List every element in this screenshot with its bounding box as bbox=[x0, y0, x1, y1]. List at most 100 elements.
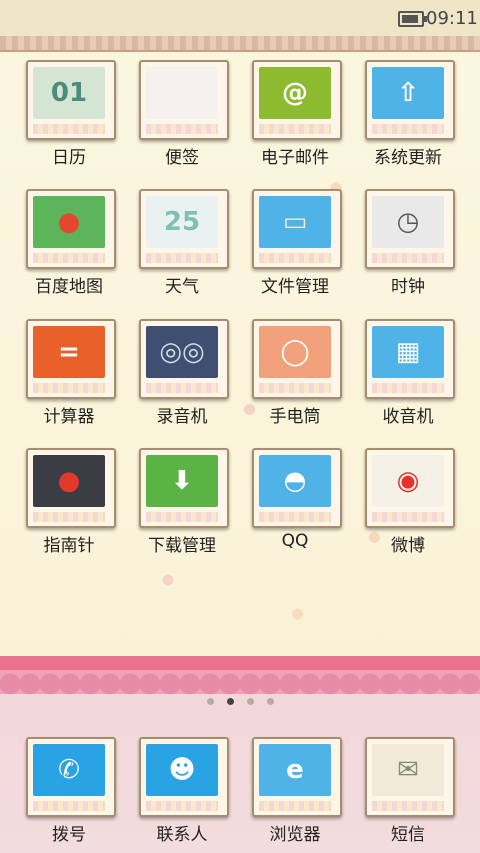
contacts-icon: ☻ bbox=[146, 744, 218, 796]
page-dot[interactable] bbox=[227, 698, 234, 705]
calculator-icon: = bbox=[33, 326, 105, 378]
app-label: QQ bbox=[281, 531, 309, 551]
icon-frame[interactable]: = bbox=[26, 319, 116, 399]
app-label: 录音机 bbox=[156, 407, 208, 427]
app-label: 指南针 bbox=[43, 536, 95, 556]
icon-frame[interactable]: @ bbox=[252, 60, 342, 140]
app-label: 天气 bbox=[165, 277, 199, 297]
frame-floral-strip bbox=[146, 253, 218, 263]
icon-frame[interactable]: ◎◎ bbox=[139, 319, 229, 399]
frame-floral-strip bbox=[146, 124, 218, 134]
icon-frame[interactable]: ✆ bbox=[26, 737, 116, 817]
email-icon-glyph: @ bbox=[282, 78, 308, 108]
app-label: 收音机 bbox=[382, 407, 434, 427]
frame-floral-strip bbox=[259, 801, 331, 811]
icon-frame[interactable]: ☻ bbox=[139, 737, 229, 817]
phone-icon-glyph: ✆ bbox=[58, 755, 80, 785]
icon-frame[interactable]: e bbox=[252, 737, 342, 817]
status-bar: 09:11 bbox=[0, 0, 480, 36]
calendar-icon-glyph: 01 bbox=[50, 78, 88, 108]
frame-floral-strip bbox=[372, 124, 444, 134]
icon-frame[interactable]: ▦ bbox=[365, 319, 455, 399]
app-label: 文件管理 bbox=[261, 277, 329, 297]
frame-floral-strip bbox=[372, 512, 444, 522]
compass-icon: ● bbox=[33, 455, 105, 507]
contacts-icon-glyph: ☻ bbox=[168, 755, 196, 785]
frame-floral-strip bbox=[146, 512, 218, 522]
frame-floral-strip bbox=[259, 512, 331, 522]
icon-frame[interactable]: ◷ bbox=[365, 189, 455, 269]
icon-frame[interactable] bbox=[139, 60, 229, 140]
app-label: 手电筒 bbox=[269, 407, 321, 427]
weibo-icon-glyph: ◉ bbox=[396, 466, 420, 496]
icon-frame[interactable]: ⇧ bbox=[365, 60, 455, 140]
page-indicator bbox=[0, 698, 480, 708]
radio-icon: ▦ bbox=[372, 326, 444, 378]
icon-frame[interactable]: 01 bbox=[26, 60, 116, 140]
flashlight-icon: ◯ bbox=[259, 326, 331, 378]
frame-floral-strip bbox=[259, 383, 331, 393]
frame-floral-strip bbox=[33, 383, 105, 393]
app-label: 系统更新 bbox=[374, 148, 442, 168]
browser-icon-glyph: e bbox=[286, 755, 304, 785]
app-label: 短信 bbox=[391, 825, 425, 845]
map-icon: ● bbox=[33, 196, 105, 248]
app-label: 时钟 bbox=[391, 277, 425, 297]
icon-frame[interactable]: ◓ bbox=[252, 448, 342, 528]
app-label: 联系人 bbox=[156, 825, 208, 845]
frame-floral-strip bbox=[33, 253, 105, 263]
status-time: 09:11 bbox=[426, 8, 478, 29]
app-label: 微博 bbox=[391, 536, 425, 556]
top-lace-border bbox=[0, 36, 480, 52]
map-icon-glyph: ● bbox=[57, 207, 81, 237]
file-manager-icon: ▭ bbox=[259, 196, 331, 248]
frame-floral-strip bbox=[372, 253, 444, 263]
app-label: 百度地图 bbox=[35, 277, 103, 297]
weather-icon: 25 bbox=[146, 196, 218, 248]
file-manager-icon-glyph: ▭ bbox=[282, 207, 308, 237]
battery-icon bbox=[398, 11, 427, 27]
app-label: 计算器 bbox=[43, 407, 95, 427]
weibo-icon: ◉ bbox=[372, 455, 444, 507]
frame-floral-strip bbox=[259, 124, 331, 134]
page-dot[interactable] bbox=[247, 698, 254, 705]
icon-frame[interactable]: ▭ bbox=[252, 189, 342, 269]
radio-icon-glyph: ▦ bbox=[395, 337, 421, 367]
frame-floral-strip bbox=[146, 383, 218, 393]
notes-icon bbox=[146, 67, 218, 119]
icon-frame[interactable]: ◉ bbox=[365, 448, 455, 528]
email-icon: @ bbox=[259, 67, 331, 119]
icon-frame[interactable]: 25 bbox=[139, 189, 229, 269]
icon-frame[interactable]: ● bbox=[26, 448, 116, 528]
qq-icon-glyph: ◓ bbox=[283, 466, 307, 496]
icon-frame[interactable]: ✉ bbox=[365, 737, 455, 817]
download-icon-glyph: ⬇ bbox=[171, 466, 193, 496]
app-label: 拨号 bbox=[52, 825, 86, 845]
compass-icon-glyph: ● bbox=[57, 466, 81, 496]
message-icon-glyph: ✉ bbox=[397, 755, 419, 785]
frame-floral-strip bbox=[33, 124, 105, 134]
system-update-icon-glyph: ⇧ bbox=[397, 78, 419, 108]
flashlight-icon-glyph: ◯ bbox=[280, 337, 310, 367]
icon-frame[interactable]: ⬇ bbox=[139, 448, 229, 528]
app-label: 便签 bbox=[165, 148, 199, 168]
frame-floral-strip bbox=[33, 512, 105, 522]
phone-icon: ✆ bbox=[33, 744, 105, 796]
app-label: 电子邮件 bbox=[261, 148, 329, 168]
icon-frame[interactable]: ◯ bbox=[252, 319, 342, 399]
browser-icon: e bbox=[259, 744, 331, 796]
page-dot[interactable] bbox=[267, 698, 274, 705]
dock-lace-border bbox=[0, 656, 480, 694]
notes-icon-glyph bbox=[146, 67, 218, 119]
clock-icon: ◷ bbox=[372, 196, 444, 248]
calendar-icon: 01 bbox=[33, 67, 105, 119]
calculator-icon-glyph: = bbox=[58, 337, 80, 367]
frame-floral-strip bbox=[146, 801, 218, 811]
message-icon: ✉ bbox=[372, 744, 444, 796]
page-dot[interactable] bbox=[207, 698, 214, 705]
system-update-icon: ⇧ bbox=[372, 67, 444, 119]
recorder-icon-glyph: ◎◎ bbox=[159, 337, 205, 367]
clock-icon-glyph: ◷ bbox=[396, 207, 420, 237]
icon-frame[interactable]: ● bbox=[26, 189, 116, 269]
app-label: 日历 bbox=[52, 148, 86, 168]
